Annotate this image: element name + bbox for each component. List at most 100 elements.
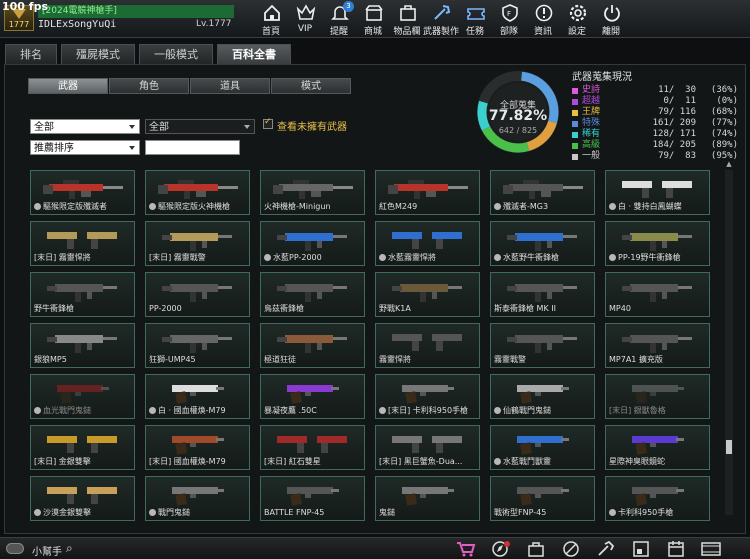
main-tab-1[interactable]: 殭屍模式 (61, 44, 135, 64)
weapon-card[interactable]: 水藍戰鬥獸靈 (490, 425, 595, 470)
weapon-card[interactable]: 霧靈戰警 (490, 323, 595, 368)
collection-percent: 77.82% (488, 108, 548, 124)
weapon-card[interactable]: [末日] 霧靈悍將 (30, 221, 135, 266)
weapon-card[interactable]: 極道狂徒 (260, 323, 365, 368)
helper-toggle-icon[interactable] (6, 543, 24, 554)
weapon-name: [末日] 銀獸魯格 (609, 406, 666, 415)
weapon-card[interactable]: 戰門鬼鎚 (145, 476, 250, 521)
scrollbar-thumb[interactable] (726, 440, 732, 454)
weapon-name: [末日] 霧靈悍將 (34, 253, 91, 262)
weapon-card[interactable]: [末日] 黑巨蟹魚-Dua... (375, 425, 480, 470)
weapon-card[interactable]: 野牛衝鋒槍 (30, 272, 135, 317)
weapon-name-row: 白 · 雙持白鳳蝴蝶 (609, 202, 709, 212)
weapon-card[interactable]: 銀狼MP5 (30, 323, 135, 368)
weapon-image (517, 487, 569, 506)
weapon-image (47, 232, 117, 249)
weapon-card[interactable]: 星際神臭眼鏡蛇 (605, 425, 710, 470)
crown-icon (296, 4, 316, 20)
sub-tab-0[interactable]: 武器 (28, 78, 108, 94)
window-icon[interactable] (630, 540, 652, 558)
weapon-card[interactable]: 沙漠金銀雙擊 (30, 476, 135, 521)
weapon-card[interactable]: 驅猴限定版殲滅者 (30, 170, 135, 215)
weapon-card[interactable]: 水藍野牛衝鋒槍 (490, 221, 595, 266)
weapon-card[interactable]: 白 · 雙持白鳳蝴蝶 (605, 170, 710, 215)
weapon-card[interactable]: [末日] 金銀雙擊 (30, 425, 135, 470)
compass-icon[interactable] (490, 540, 512, 558)
rarity-name: 特殊 (582, 118, 601, 128)
weapon-card[interactable]: 斯泰衝鋒槍 MK II (490, 272, 595, 317)
filter-category-select[interactable]: 全部 (30, 119, 140, 134)
scroll-up-icon[interactable]: ▲ (725, 160, 733, 168)
weapon-name-row: 戰術型FNP-45 (494, 508, 594, 518)
weapon-card[interactable]: 狂獅-UMP45 (145, 323, 250, 368)
weapon-card[interactable]: 戰術型FNP-45 (490, 476, 595, 521)
weapon-name: 血光戰門鬼鎚 (43, 406, 91, 415)
weapon-card[interactable]: [末日] 國血權煥-M79 (145, 425, 250, 470)
weapon-card[interactable]: BATTLE FNP-45 (260, 476, 365, 521)
player-level: Lv.1777 (196, 19, 232, 29)
weapon-card[interactable]: [末日] 銀獸魯格 (605, 374, 710, 419)
weapon-card[interactable]: 卡利科950手槍 (605, 476, 710, 521)
helper-label[interactable]: 小幫手 (32, 543, 62, 558)
weapon-name: [末日] 金銀雙擊 (34, 457, 91, 466)
weapon-card[interactable]: 紅色M249 (375, 170, 480, 215)
weapon-card[interactable]: 野戰K1A (375, 272, 480, 317)
weapon-name: 水藍PP-2000 (273, 253, 322, 262)
weapon-name: 野牛衝鋒槍 (34, 304, 74, 313)
weapon-card[interactable]: 驅猴限定版火神機槍 (145, 170, 250, 215)
filter-category-value: 全部 (34, 122, 54, 133)
weapon-card[interactable]: 鳥茲衝鋒槍 (260, 272, 365, 317)
tools-icon[interactable] (595, 540, 617, 558)
weapon-image (507, 233, 577, 251)
search-icon[interactable]: ⌕ (66, 541, 73, 556)
weapon-card[interactable]: 血光戰門鬼鎚 (30, 374, 135, 419)
rarity-name: 高級 (582, 140, 601, 150)
bag-icon[interactable] (525, 540, 547, 558)
weapon-name: 星際神臭眼鏡蛇 (609, 457, 665, 466)
no-entry-icon[interactable] (560, 540, 582, 558)
weapon-card[interactable]: 霧靈悍將 (375, 323, 480, 368)
show-unowned-checkbox[interactable] (263, 117, 273, 129)
weapon-name: [末日] 黑巨蟹魚-Dua... (379, 457, 463, 466)
weapon-card[interactable]: PP-19野牛衝鋒槍 (605, 221, 710, 266)
weapon-name-row: PP-19野牛衝鋒槍 (609, 253, 709, 263)
weapon-card[interactable]: 白 · 國血權煥-M79 (145, 374, 250, 419)
filter-type-select[interactable]: 全部 (145, 119, 255, 134)
weapon-card[interactable]: 仙鶴戰門鬼鎚 (490, 374, 595, 419)
weapon-card[interactable]: 殲滅者-MG3 (490, 170, 595, 215)
search-input[interactable] (145, 140, 240, 155)
rarity-swatch (572, 88, 578, 94)
cart-icon[interactable] (455, 540, 477, 558)
sub-tab-3[interactable]: 模式 (271, 78, 351, 94)
weapon-card[interactable]: [末日] 霧靈戰警 (145, 221, 250, 266)
weapon-name: [末日] 卡利科950手槍 (388, 406, 469, 415)
weapon-name-row: 戰門鬼鎚 (149, 508, 249, 518)
sub-tab-2[interactable]: 道具 (190, 78, 270, 94)
weapon-card[interactable]: PP-2000 (145, 272, 250, 317)
weapon-card[interactable]: 水藍霧靈悍將 (375, 221, 480, 266)
main-tab-3[interactable]: 百科全書 (217, 44, 291, 64)
weapon-name-row: 火神機槍-Minigun (264, 202, 364, 212)
film-icon[interactable] (700, 540, 722, 558)
weapon-grid-scrollbar[interactable] (725, 170, 733, 515)
weapon-image (622, 335, 692, 353)
weapon-card[interactable]: MP40 (605, 272, 710, 317)
weapon-card[interactable]: 水藍PP-2000 (260, 221, 365, 266)
weapon-card[interactable]: MP7A1 擴充版 (605, 323, 710, 368)
weapon-name: 白 · 雙持白鳳蝴蝶 (618, 202, 682, 211)
weapon-name: 斯泰衝鋒槍 MK II (494, 304, 556, 313)
weapon-name-row: 鳥茲衝鋒槍 (264, 304, 364, 314)
weapon-card[interactable]: 暴凝夜鷹 .50C (260, 374, 365, 419)
nav-item-power[interactable]: 離開 (594, 0, 628, 38)
weapon-name-row: [末日] 卡利科950手槍 (379, 406, 479, 416)
weapon-card[interactable]: 火神機槍-Minigun (260, 170, 365, 215)
weapon-card[interactable]: [末日] 紅石雙星 (260, 425, 365, 470)
main-tab-2[interactable]: 一般模式 (139, 44, 213, 64)
sub-tab-1[interactable]: 角色 (109, 78, 189, 94)
stat-row: 王牌 79/ 116 (68%) (572, 107, 742, 118)
calendar-icon[interactable] (665, 540, 687, 558)
weapon-card[interactable]: 鬼鎚 (375, 476, 480, 521)
weapon-card[interactable]: [末日] 卡利科950手槍 (375, 374, 480, 419)
main-tab-0[interactable]: 排名 (5, 44, 57, 64)
sort-select[interactable]: 推薦排序 (30, 140, 140, 155)
